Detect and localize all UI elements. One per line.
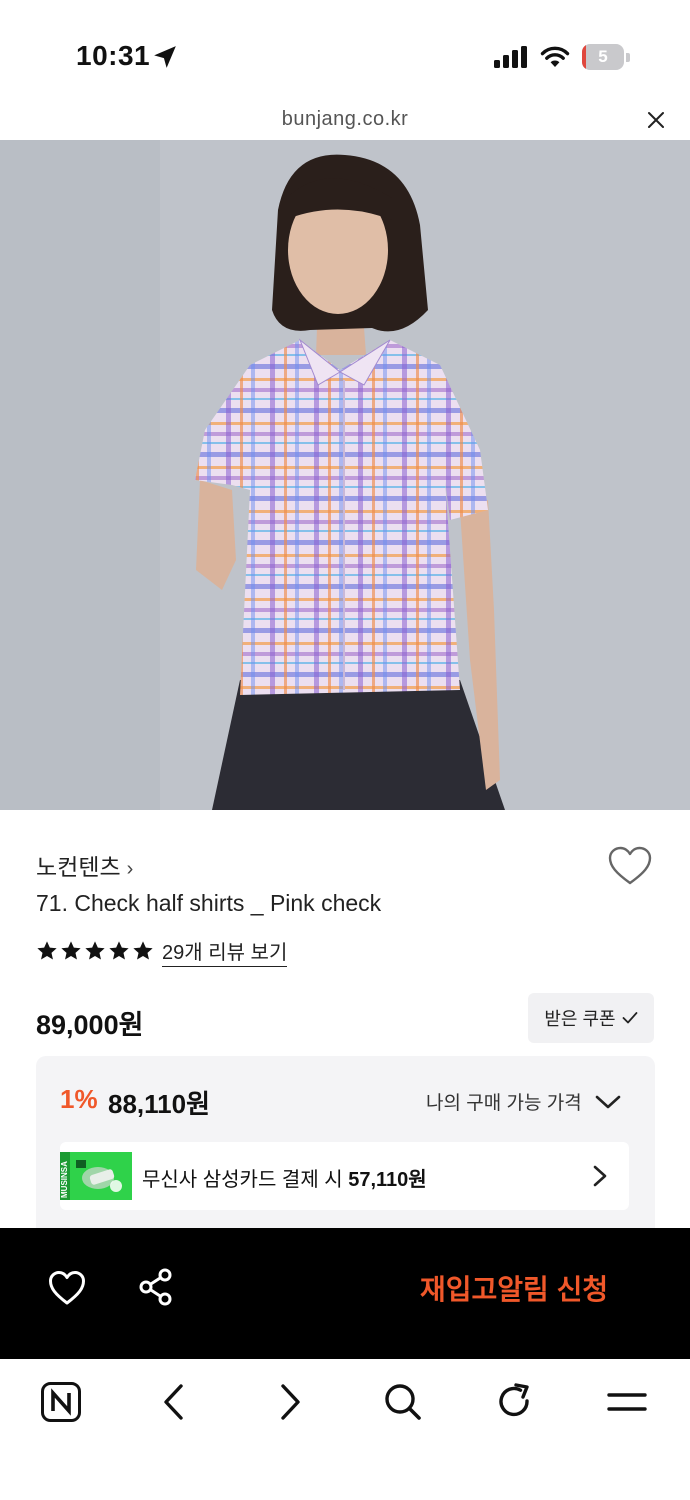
reload-icon[interactable] <box>494 1381 536 1423</box>
star-icon <box>61 941 81 960</box>
battery-level: 5 <box>598 47 608 66</box>
action-bar: 재입고알림 신청 <box>0 1228 690 1359</box>
review-link[interactable]: 29개 리뷰 보기 <box>162 936 288 967</box>
heart-icon[interactable] <box>608 846 652 886</box>
my-price-toggle[interactable]: 나의 구매 가능 가격 <box>426 1088 622 1115</box>
promo-thumb-label: MUSINSA <box>60 1161 69 1198</box>
status-bar: 10:31 5 <box>0 0 690 100</box>
search-icon[interactable] <box>382 1381 424 1423</box>
close-icon[interactable] <box>644 108 668 132</box>
coupon-button[interactable]: 받은 쿠폰 <box>528 993 654 1043</box>
star-icon <box>133 941 153 960</box>
coupon-label: 받은 쿠폰 <box>544 1009 616 1029</box>
card-promo[interactable]: MUSINSA 무신사 삼성카드 결제 시 57,110원 <box>60 1142 629 1210</box>
naver-home-icon[interactable] <box>40 1381 82 1423</box>
star-icon <box>85 941 105 960</box>
battery-icon: 5 <box>582 44 630 70</box>
product-title: 71. Check half shirts _ Pink check <box>36 890 382 916</box>
promo-thumbnail: MUSINSA <box>60 1152 132 1200</box>
star-rating <box>36 940 154 962</box>
menu-icon[interactable] <box>606 1381 648 1423</box>
check-icon <box>622 1012 638 1024</box>
price: 89,000원 <box>36 1010 144 1040</box>
url-text[interactable]: bunjang.co.kr <box>0 108 690 131</box>
browser-toolbar <box>0 1359 690 1500</box>
my-price-label: 나의 구매 가능 가격 <box>426 1093 582 1114</box>
chevron-right-icon: › <box>126 858 134 880</box>
restock-alert-button[interactable]: 재입고알림 신청 <box>420 1268 608 1308</box>
discount-rate: 1% <box>60 1084 98 1114</box>
promo-text: 무신사 삼성카드 결제 시 57,110원 <box>142 1163 427 1192</box>
share-icon[interactable] <box>138 1268 174 1306</box>
location-arrow-icon <box>154 46 176 68</box>
product-image[interactable] <box>0 140 690 810</box>
url-bar: bunjang.co.kr <box>0 100 690 140</box>
heart-icon[interactable] <box>48 1270 86 1306</box>
star-icon <box>109 941 129 960</box>
wifi-icon <box>540 46 570 67</box>
status-time: 10:31 <box>76 40 151 71</box>
price-card: 1% 88,110원 나의 구매 가능 가격 MUSINSA 무신사 삼성카드 … <box>36 1056 655 1246</box>
promo-price: 57,110원 <box>348 1169 427 1191</box>
forward-icon[interactable] <box>268 1381 310 1423</box>
brand-name: 노컨텐츠 <box>36 854 121 880</box>
cellular-signal-icon <box>494 46 527 68</box>
chevron-right-icon <box>593 1165 607 1187</box>
promo-label: 무신사 삼성카드 결제 시 <box>142 1169 343 1191</box>
back-icon[interactable] <box>154 1381 196 1423</box>
brand-link[interactable]: 노컨텐츠 › <box>36 848 133 882</box>
discount-price: 88,110원 <box>108 1089 211 1119</box>
rating-row: 29개 리뷰 보기 <box>36 936 288 967</box>
star-icon <box>37 941 57 960</box>
chevron-down-icon <box>595 1095 620 1108</box>
